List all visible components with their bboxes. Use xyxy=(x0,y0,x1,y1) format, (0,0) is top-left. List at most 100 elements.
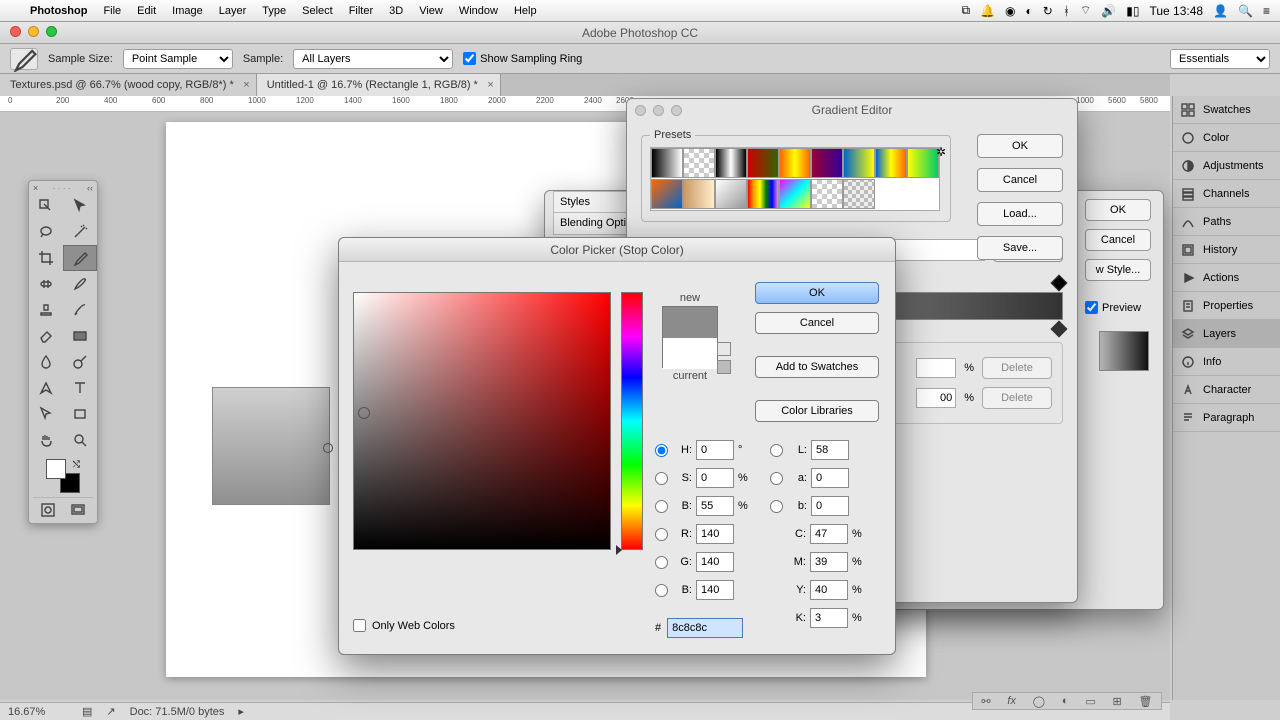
group-icon[interactable]: ▭ xyxy=(1085,695,1095,708)
r-input[interactable] xyxy=(696,524,734,544)
pen-tool[interactable] xyxy=(29,375,63,401)
tab-close-icon[interactable]: × xyxy=(487,79,493,91)
notification-icon[interactable]: 🔔 xyxy=(980,4,995,18)
brush-tool[interactable] xyxy=(63,271,97,297)
preset-swatch[interactable] xyxy=(651,148,683,178)
path-select-tool[interactable] xyxy=(63,193,97,219)
b-radio[interactable] xyxy=(655,500,668,513)
color-field[interactable] xyxy=(353,292,611,550)
hue-arrow[interactable] xyxy=(616,545,622,555)
menu-image[interactable]: Image xyxy=(172,5,203,17)
menu-view[interactable]: View xyxy=(419,5,443,17)
panel-layers[interactable]: Layers xyxy=(1173,320,1280,348)
stamp-tool[interactable] xyxy=(29,297,63,323)
dialog-min-button[interactable] xyxy=(653,105,664,116)
preset-swatch[interactable] xyxy=(907,148,939,178)
preset-swatch[interactable] xyxy=(843,148,875,178)
preset-swatch[interactable] xyxy=(683,148,715,178)
gradient-save-button[interactable]: Save... xyxy=(977,236,1063,260)
gradient-tool[interactable] xyxy=(63,323,97,349)
preset-swatch[interactable] xyxy=(811,179,843,209)
sample-size-select[interactable]: Point Sample xyxy=(123,49,233,69)
preset-swatch[interactable] xyxy=(747,148,779,178)
gradient-cancel-button[interactable]: Cancel xyxy=(977,168,1063,192)
gradient-load-button[interactable]: Load... xyxy=(977,202,1063,226)
preset-swatch[interactable] xyxy=(779,179,811,209)
screenmode-icon[interactable] xyxy=(70,502,86,521)
status-icon[interactable]: ↗ xyxy=(106,705,115,718)
tool-preset-icon[interactable] xyxy=(10,48,38,70)
spotlight-icon[interactable]: 🔍 xyxy=(1238,4,1253,18)
opacity-stop[interactable] xyxy=(1051,275,1068,292)
foreground-color[interactable] xyxy=(46,459,66,479)
layerstyle-cancel-button[interactable]: Cancel xyxy=(1085,229,1151,251)
panel-color[interactable]: Color xyxy=(1173,124,1280,152)
panel-channels[interactable]: Channels xyxy=(1173,180,1280,208)
menu-edit[interactable]: Edit xyxy=(137,5,156,17)
dialog-zoom-button[interactable] xyxy=(671,105,682,116)
sample-select[interactable]: All Layers xyxy=(293,49,453,69)
layerstyle-ok-button[interactable]: OK xyxy=(1085,199,1151,221)
g-radio[interactable] xyxy=(655,556,668,569)
current-color-swatch[interactable] xyxy=(663,338,717,369)
hue-slider[interactable] xyxy=(621,292,643,550)
timemachine-icon[interactable]: ↻ xyxy=(1043,4,1053,18)
bval-input[interactable] xyxy=(696,496,734,516)
layerstyle-newstyle-button[interactable]: w Style... xyxy=(1085,259,1151,281)
menu-type[interactable]: Type xyxy=(262,5,286,17)
panel-collapse-icon[interactable]: ‹‹ xyxy=(87,183,93,191)
quickmask-icon[interactable] xyxy=(40,502,56,521)
preset-swatch[interactable] xyxy=(779,148,811,178)
bc-input[interactable] xyxy=(696,580,734,600)
presets-menu-icon[interactable]: ✲ xyxy=(936,145,946,159)
dodge-tool[interactable] xyxy=(63,349,97,375)
window-minimize-button[interactable] xyxy=(28,26,39,37)
show-sampling-checkbox[interactable] xyxy=(463,52,476,65)
preset-swatch[interactable] xyxy=(715,179,747,209)
panel-history[interactable]: History xyxy=(1173,236,1280,264)
swap-colors-icon[interactable]: ⤭ xyxy=(73,459,80,470)
color-field-cursor[interactable] xyxy=(358,407,370,419)
battery-icon[interactable]: ▮▯ xyxy=(1126,4,1139,18)
g-input[interactable] xyxy=(696,552,734,572)
preset-swatch[interactable] xyxy=(811,148,843,178)
magic-wand-tool[interactable] xyxy=(63,219,97,245)
preset-swatch[interactable] xyxy=(651,179,683,209)
picker-cancel-button[interactable]: Cancel xyxy=(755,312,879,334)
bluetooth-icon[interactable]: ᚼ xyxy=(1063,4,1070,18)
s-radio[interactable] xyxy=(655,472,668,485)
hex-input[interactable] xyxy=(667,618,743,638)
hand-tool[interactable] xyxy=(29,427,63,453)
a-input[interactable] xyxy=(811,468,849,488)
blur-tool[interactable] xyxy=(29,349,63,375)
k-input[interactable] xyxy=(810,608,848,628)
status-icon[interactable]: ▤ xyxy=(82,705,92,718)
rectangle-shape[interactable] xyxy=(212,387,330,505)
lasso-tool[interactable] xyxy=(29,219,63,245)
color-location-input[interactable] xyxy=(916,388,956,408)
panel-info[interactable]: Info xyxy=(1173,348,1280,376)
a-radio[interactable] xyxy=(770,472,783,485)
move-tool[interactable] xyxy=(29,193,63,219)
gradient-ok-button[interactable]: OK xyxy=(977,134,1063,158)
new-layer-icon[interactable]: ⊞ xyxy=(1113,695,1122,708)
preset-swatch[interactable] xyxy=(683,179,715,209)
menu-file[interactable]: File xyxy=(103,5,121,17)
mask-icon[interactable]: ◯ xyxy=(1033,695,1045,708)
menu-help[interactable]: Help xyxy=(514,5,537,17)
menu-3d[interactable]: 3D xyxy=(389,5,403,17)
m-input[interactable] xyxy=(810,552,848,572)
menu-window[interactable]: Window xyxy=(459,5,498,17)
panel-close-icon[interactable]: × xyxy=(33,183,38,191)
menubar-clock[interactable]: Tue 13:48 xyxy=(1149,4,1203,18)
fx-icon[interactable]: fx xyxy=(1007,695,1016,707)
preset-swatch[interactable] xyxy=(715,148,747,178)
eyedropper-tool[interactable] xyxy=(63,245,97,271)
preset-swatch[interactable] xyxy=(875,148,907,178)
foreground-background-swatch[interactable]: ⤭ xyxy=(46,459,80,493)
tab-textures[interactable]: × Textures.psd @ 66.7% (wood copy, RGB/8… xyxy=(0,74,257,96)
b2-input[interactable] xyxy=(811,496,849,516)
websafe-warning-icon[interactable] xyxy=(717,360,731,374)
panel-swatches[interactable]: Swatches xyxy=(1173,96,1280,124)
sync-icon[interactable]: ◉ xyxy=(1005,4,1015,18)
